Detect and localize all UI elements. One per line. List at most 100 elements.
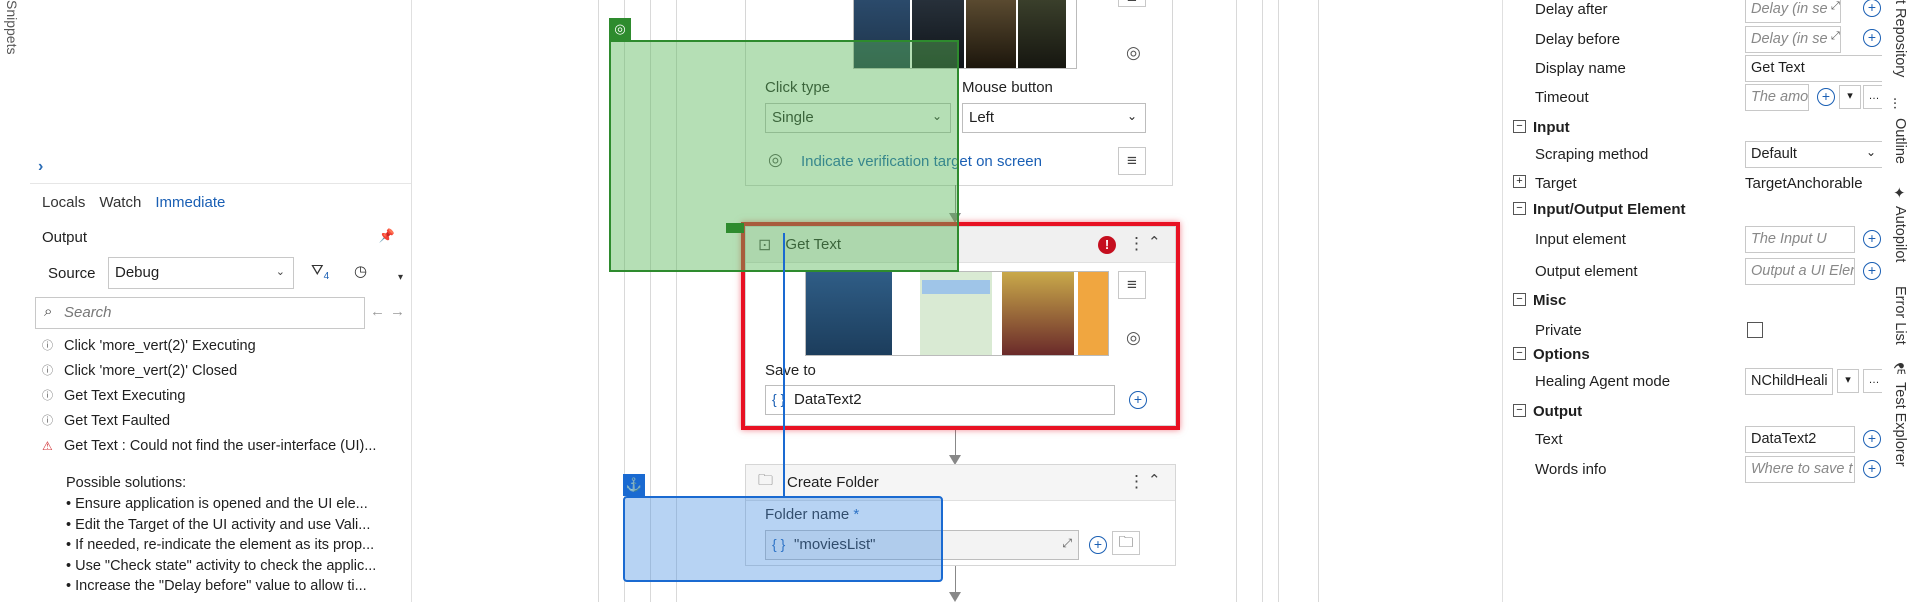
log-row[interactable]: ⓘ Click 'more_vert(2)' Closed — [42, 359, 402, 384]
more-vert-icon[interactable]: ⋮ — [1128, 472, 1145, 492]
save-to-field[interactable]: { } DataText2 — [765, 385, 1115, 415]
arrow-left-icon[interactable]: ← — [370, 303, 385, 320]
prop-label: Output element — [1535, 263, 1638, 280]
dropdown-button[interactable]: ▾ — [1839, 85, 1861, 109]
error-badge[interactable]: ! — [1098, 236, 1116, 254]
prop-words-info: Words info Where to save t + — [1503, 456, 1883, 484]
save-to-value: DataText2 — [794, 391, 862, 408]
private-checkbox[interactable] — [1747, 322, 1763, 338]
anchor-icon: ⚓ — [623, 474, 645, 496]
more-vert-icon[interactable]: ⋮ — [1128, 234, 1145, 254]
category-output[interactable]: − Output — [1503, 399, 1883, 425]
snippets-rail[interactable]: Snippets — [0, 0, 30, 602]
warning-triangle-icon: ⚠ — [42, 439, 53, 453]
tab-locals[interactable]: Locals — [42, 194, 85, 211]
menu-button[interactable]: ≡ — [1118, 0, 1146, 7]
tab-autopilot[interactable]: Autopilot — [1892, 206, 1908, 262]
info-circle-icon: ⓘ — [42, 415, 53, 427]
expand-chevron-icon[interactable]: › — [38, 158, 43, 176]
tab-error-list[interactable]: Error List — [1892, 286, 1908, 345]
pin-icon[interactable]: 📌 — [379, 228, 395, 244]
collapse-icon: − — [1513, 202, 1526, 215]
menu-button[interactable]: ≡ — [1118, 271, 1146, 299]
filter-icon[interactable]: ⛛4 — [311, 262, 329, 282]
words-info-input[interactable]: Where to save t — [1745, 456, 1855, 483]
tab-immediate[interactable]: Immediate — [155, 194, 225, 211]
collapse-icon[interactable]: ⌃ — [1148, 471, 1161, 489]
add-variable-icon[interactable]: + — [1817, 88, 1835, 106]
expand-editor-icon[interactable]: ⤢ — [1831, 30, 1840, 43]
expand-plus-icon[interactable]: + — [1513, 175, 1526, 188]
outline-icon: ⫶ — [1893, 96, 1897, 113]
sequence-line — [1236, 0, 1237, 602]
source-select[interactable]: Debug ⌄ — [108, 257, 294, 289]
snippets-tab[interactable]: Snippets — [4, 0, 20, 54]
log-row[interactable]: ⚠ Get Text : Could not find the user-inte… — [42, 434, 402, 459]
expand-editor-icon[interactable]: ⤢ — [1062, 536, 1072, 551]
log-row[interactable]: ⓘ Click 'more_vert(2)' Executing — [42, 334, 402, 359]
log-row[interactable]: ⓘ Get Text Faulted — [42, 409, 402, 434]
solutions-list: • Ensure application is opened and the U… — [66, 494, 406, 597]
collapse-icon[interactable]: ⌃ — [1148, 233, 1161, 251]
scraping-method-select[interactable]: Default ⌄ — [1745, 141, 1883, 168]
save-to-label: Save to — [765, 362, 816, 379]
tab-object-repository[interactable]: t Repository — [1892, 0, 1908, 77]
healing-agent-input[interactable]: NChildHeali — [1745, 368, 1833, 395]
prop-label: Timeout — [1535, 89, 1589, 106]
menu-button[interactable]: ≡ — [1118, 147, 1146, 175]
collapse-icon: − — [1513, 347, 1526, 360]
sequence-line — [1318, 0, 1319, 602]
category-input-output[interactable]: − Input/Output Element — [1503, 197, 1883, 223]
delay-before-input[interactable]: Delay (in se — [1745, 26, 1841, 53]
category-options[interactable]: − Options — [1503, 342, 1883, 368]
add-variable-icon[interactable]: + — [1863, 430, 1881, 448]
search-input[interactable]: ⌕ Search — [35, 297, 365, 329]
category-misc[interactable]: − Misc — [1503, 288, 1883, 314]
log-row[interactable]: ⓘ Get Text Executing — [42, 384, 402, 409]
log-text: Get Text Executing — [64, 388, 186, 404]
folder-add-icon: 🗀 — [758, 472, 774, 489]
tab-test-explorer[interactable]: Test Explorer — [1892, 382, 1908, 467]
category-input[interactable]: − Input — [1503, 115, 1883, 141]
expand-editor-icon[interactable]: ⤢ — [1831, 0, 1840, 13]
add-variable-icon[interactable]: + — [1129, 391, 1147, 409]
flow-arrow-icon — [949, 592, 961, 602]
dropdown-button[interactable]: ▾ — [1837, 369, 1859, 393]
output-log: ⓘ Click 'more_vert(2)' Executing ⓘ Click '… — [42, 334, 402, 459]
workflow-designer[interactable]: ≡ ◎ Click type Single ⌄ Mouse button Lef… — [412, 0, 1502, 602]
divider — [30, 183, 411, 184]
sequence-line — [598, 0, 599, 602]
add-variable-icon[interactable]: + — [1863, 230, 1881, 248]
filter-count: 4 — [323, 271, 330, 282]
tab-outline[interactable]: Outline — [1892, 118, 1908, 164]
prop-private: Private — [1503, 317, 1883, 345]
target-screenshot — [805, 271, 1109, 356]
prop-display-name: Display name Get Text — [1503, 55, 1887, 83]
delay-after-input[interactable]: Delay (in se — [1745, 0, 1841, 23]
target-pick-icon[interactable]: ◎ — [1126, 328, 1141, 348]
text-output-input[interactable]: DataText2 — [1745, 426, 1855, 453]
input-element-input[interactable]: The Input U — [1745, 226, 1855, 253]
target-pick-icon[interactable]: ◎ — [1126, 43, 1141, 63]
more-dropdown-icon[interactable]: ▾ — [398, 272, 403, 283]
prop-scraping-method: Scraping method Default ⌄ — [1503, 141, 1883, 169]
add-variable-icon[interactable]: + — [1863, 262, 1881, 280]
mouse-button-select[interactable]: Left ⌄ — [962, 103, 1146, 133]
prop-target[interactable]: + Target TargetAnchorable — [1503, 170, 1883, 198]
output-element-input[interactable]: Output a UI Eler — [1745, 258, 1855, 285]
add-variable-icon[interactable]: + — [1863, 0, 1881, 17]
autopilot-sparkle-icon: ✦ — [1893, 185, 1906, 202]
display-name-input[interactable]: Get Text — [1745, 55, 1887, 82]
search-icon: ⌕ — [44, 303, 53, 320]
add-variable-icon[interactable]: + — [1863, 460, 1881, 478]
tab-watch[interactable]: Watch — [99, 194, 141, 211]
prop-label: Delay before — [1535, 31, 1621, 48]
solution-item: • Edit the Target of the UI activity and… — [66, 516, 371, 533]
clock-icon[interactable]: ◷ — [354, 262, 367, 280]
prop-label: Text — [1535, 431, 1563, 448]
add-variable-icon[interactable]: + — [1863, 29, 1881, 47]
browse-folder-icon[interactable]: 🗀 — [1112, 531, 1140, 555]
add-variable-icon[interactable]: + — [1089, 536, 1107, 554]
arrow-right-icon[interactable]: → — [390, 303, 405, 320]
timeout-input[interactable]: The amo — [1745, 84, 1809, 111]
